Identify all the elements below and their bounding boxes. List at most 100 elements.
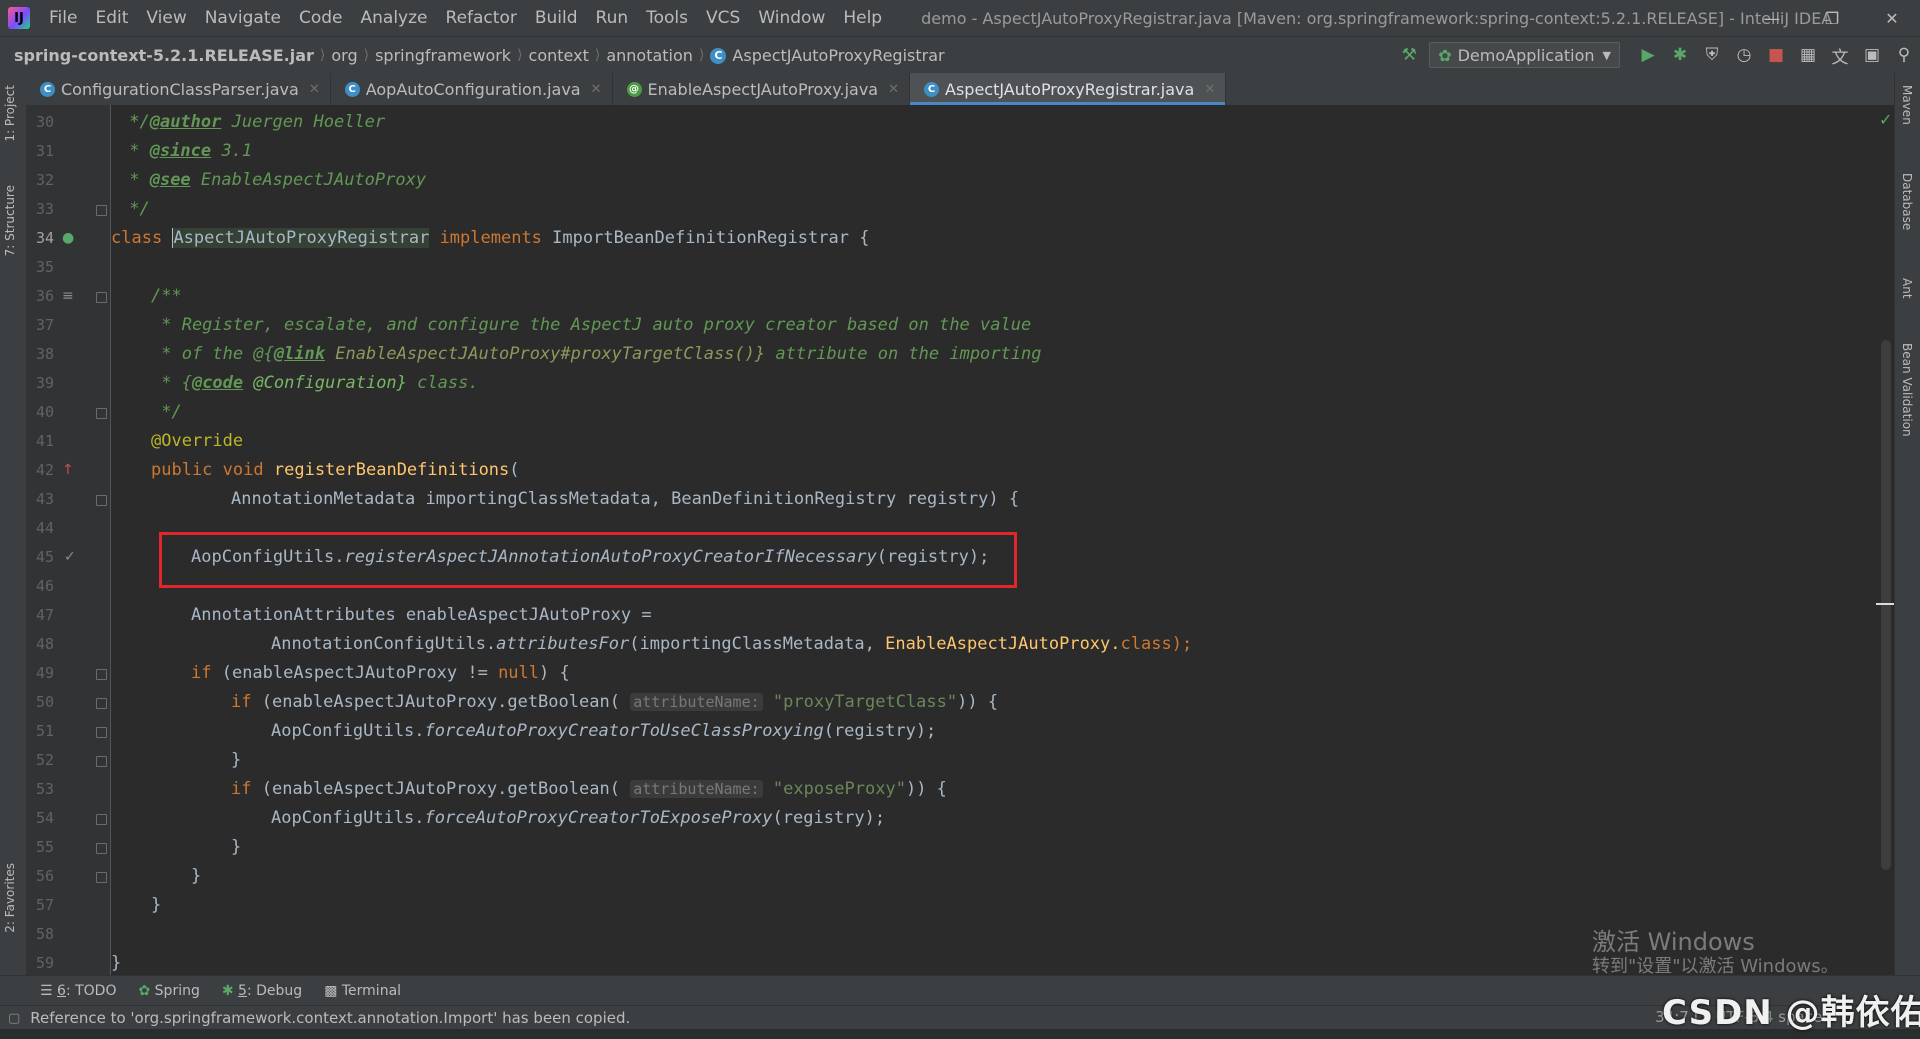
- code-text: (enableAspectJAutoProxy !=: [211, 663, 499, 683]
- favorites-tool-tab[interactable]: 2: Favorites: [3, 863, 17, 933]
- line-number: 47: [35, 606, 54, 624]
- debug-icon[interactable]: ✱: [1664, 37, 1696, 73]
- vertical-scrollbar[interactable]: [1881, 340, 1891, 870]
- fold-marker-icon[interactable]: [96, 756, 107, 767]
- spring-tool-tab[interactable]: ✿ Spring: [138, 983, 199, 999]
- doc-tag[interactable]: @see: [150, 170, 191, 190]
- menu-window[interactable]: Window: [749, 0, 834, 36]
- doc-tag[interactable]: @code: [192, 373, 243, 393]
- menu-view[interactable]: View: [137, 0, 195, 36]
- build-hammer-icon[interactable]: ⚒: [1393, 37, 1425, 73]
- close-tab-icon[interactable]: ✕: [888, 82, 899, 97]
- method-name[interactable]: registerBeanDefinitions: [274, 460, 509, 480]
- doc-tag[interactable]: @since: [150, 141, 211, 161]
- search-icon[interactable]: ⚲: [1888, 37, 1920, 73]
- coverage-icon[interactable]: ⛨: [1696, 37, 1728, 73]
- doc-tag[interactable]: @author: [150, 112, 222, 132]
- menu-tools[interactable]: Tools: [637, 0, 697, 36]
- menu-navigate[interactable]: Navigate: [196, 0, 290, 36]
- tab-configuration-class-parser[interactable]: C ConfigurationClassParser.java ✕: [26, 73, 331, 105]
- annotation[interactable]: @Override: [151, 431, 243, 451]
- tab-enable-aspectj-auto-proxy[interactable]: @ EnableAspectJAutoProxy.java ✕: [613, 73, 910, 105]
- close-icon[interactable]: ✕: [1868, 0, 1916, 36]
- todo-label: : TODO: [65, 983, 117, 999]
- interface-name[interactable]: ImportBeanDefinitionRegistrar {: [542, 228, 869, 248]
- fold-marker-icon[interactable]: [96, 843, 107, 854]
- terminal-tool-tab[interactable]: ▩ Terminal: [324, 983, 401, 999]
- breadcrumb-jar[interactable]: spring-context-5.2.1.RELEASE.jar: [0, 46, 320, 65]
- fold-marker-icon[interactable]: [96, 205, 107, 216]
- menu-code[interactable]: Code: [290, 0, 352, 36]
- database-tool-tab[interactable]: Database: [1900, 173, 1914, 230]
- fold-marker-icon[interactable]: [96, 872, 107, 883]
- fold-marker-icon[interactable]: [96, 698, 107, 709]
- doc-text: 3.1: [211, 141, 253, 161]
- doc-link-ref[interactable]: EnableAspectJAutoProxy#proxyTargetClass(…: [325, 344, 765, 364]
- run-icon[interactable]: ▶: [1632, 37, 1664, 73]
- class-name[interactable]: AspectJAutoProxyRegistrar: [172, 228, 430, 248]
- line-number: 50: [35, 693, 54, 711]
- breadcrumb-springframework[interactable]: springframework: [369, 46, 517, 65]
- menu-file[interactable]: File: [40, 0, 86, 36]
- menu-vcs[interactable]: VCS: [697, 0, 749, 36]
- restore-icon[interactable]: ❐: [1808, 0, 1856, 36]
- doc-tag[interactable]: @link: [274, 344, 325, 364]
- run-configuration-select[interactable]: ✿ DemoApplication ▼: [1429, 42, 1620, 68]
- line-number: 33: [35, 200, 54, 218]
- implements-marker-icon[interactable]: ●: [62, 224, 74, 253]
- highlight-annotation-box: [159, 532, 1017, 588]
- static-method-call[interactable]: forceAutoProxyCreatorToUseClassProxying: [425, 721, 824, 741]
- bean-validation-tool-tab[interactable]: Bean Validation: [1900, 343, 1914, 437]
- maven-tool-tab[interactable]: Maven: [1900, 85, 1914, 125]
- profile-icon[interactable]: ◷: [1728, 37, 1760, 73]
- line-number: 34: [35, 229, 54, 247]
- fold-marker-icon[interactable]: [96, 408, 107, 419]
- fold-marker-icon[interactable]: [96, 292, 107, 303]
- brace: }: [231, 837, 242, 857]
- close-tab-icon[interactable]: ✕: [309, 82, 320, 97]
- close-tab-icon[interactable]: ✕: [591, 82, 602, 97]
- fold-marker-icon[interactable]: [96, 669, 107, 680]
- debug-tool-tab[interactable]: ✱ 5: Debug: [222, 983, 302, 999]
- presentation-mode-icon[interactable]: ▣: [1856, 37, 1888, 73]
- menu-refactor[interactable]: Refactor: [437, 0, 526, 36]
- menu-run[interactable]: Run: [587, 0, 638, 36]
- static-method-call[interactable]: attributesFor: [496, 634, 629, 654]
- breadcrumb-class[interactable]: C AspectJAutoProxyRegistrar: [704, 46, 950, 65]
- code-line-57: }: [151, 891, 161, 920]
- bug-icon: ✱: [221, 983, 239, 999]
- tab-aop-auto-configuration[interactable]: C AopAutoConfiguration.java ✕: [331, 73, 613, 105]
- fold-marker-icon[interactable]: [96, 495, 107, 506]
- todo-tool-tab[interactable]: ☰ 6: TODO: [40, 983, 116, 999]
- static-method-call[interactable]: forceAutoProxyCreatorToExposeProxy: [425, 808, 773, 828]
- fold-marker-icon[interactable]: [96, 727, 107, 738]
- breadcrumb-annotation[interactable]: annotation: [600, 46, 699, 65]
- stop-icon[interactable]: ■: [1760, 37, 1792, 73]
- project-tool-tab[interactable]: 1: Project: [3, 85, 17, 142]
- breadcrumb-org[interactable]: org: [325, 46, 363, 65]
- bottom-tool-bar: ☰ 6: TODO ✿ Spring ✱ 5: Debug ▩ Terminal: [0, 975, 1920, 1006]
- call-args: (importingClassMetadata,: [629, 634, 886, 654]
- translate-icon[interactable]: 文: [1824, 37, 1856, 73]
- menu-edit[interactable]: Edit: [86, 0, 137, 36]
- override-marker-icon[interactable]: ↑: [62, 456, 74, 485]
- annotation-class-ref[interactable]: EnableAspectJAutoProxy.: [885, 634, 1120, 654]
- fold-marker-icon[interactable]: [96, 814, 107, 825]
- breadcrumb-context[interactable]: context: [523, 46, 595, 65]
- menu-build[interactable]: Build: [526, 0, 587, 36]
- class-ref[interactable]: AopConfigUtils.: [271, 808, 425, 828]
- class-ref[interactable]: AnnotationConfigUtils.: [271, 634, 496, 654]
- menu-analyze[interactable]: Analyze: [352, 0, 437, 36]
- minimize-icon[interactable]: —: [1748, 0, 1796, 36]
- menu-help[interactable]: Help: [834, 0, 891, 36]
- tab-aspectj-auto-proxy-registrar[interactable]: C AspectJAutoProxyRegistrar.java ✕: [910, 73, 1227, 105]
- toggle-tool-windows-icon[interactable]: ▢: [8, 1011, 20, 1026]
- intellij-logo-icon: IJ: [8, 7, 30, 29]
- no-problems-check-icon[interactable]: ✓: [1879, 110, 1892, 129]
- project-structure-icon[interactable]: ▦: [1792, 37, 1824, 73]
- class-ref[interactable]: AopConfigUtils.: [271, 721, 425, 741]
- structure-tool-tab[interactable]: 7: Structure: [3, 185, 17, 256]
- close-tab-icon[interactable]: ✕: [1204, 82, 1215, 97]
- rendered-doc-icon[interactable]: ≡: [62, 282, 74, 311]
- ant-tool-tab[interactable]: Ant: [1900, 278, 1914, 299]
